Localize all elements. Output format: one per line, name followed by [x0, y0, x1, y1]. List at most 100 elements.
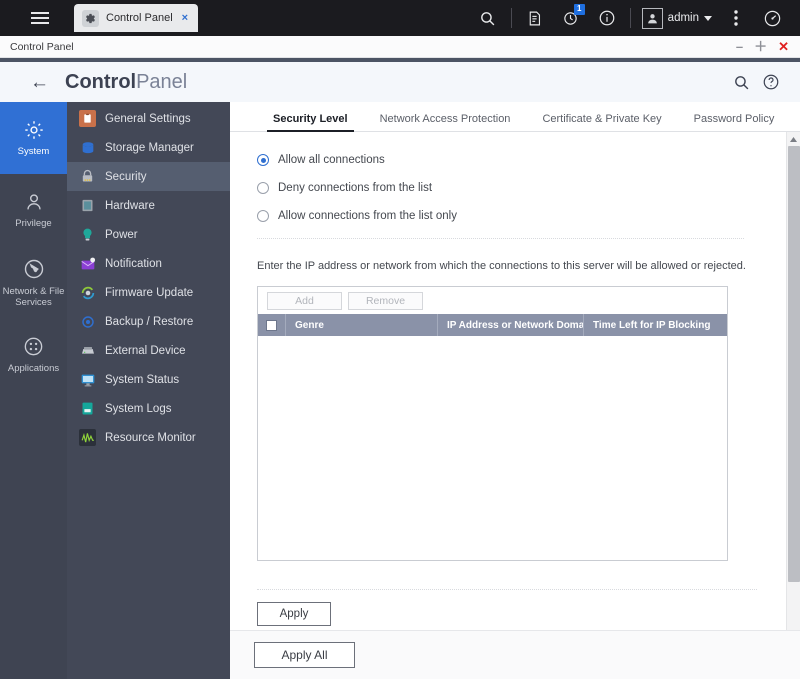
menu-item-label: Backup / Restore: [105, 315, 194, 328]
vertical-dots-icon[interactable]: [718, 0, 754, 36]
apply-all-button[interactable]: Apply All: [254, 642, 355, 668]
maximize-button[interactable]: ＋: [754, 40, 767, 53]
search-icon[interactable]: [470, 0, 506, 36]
window-title: Control Panel: [10, 40, 74, 53]
apply-button[interactable]: Apply: [257, 602, 331, 626]
menu-item-power[interactable]: Power: [67, 220, 230, 249]
app-header-actions: [733, 73, 800, 91]
globe-icon: [24, 259, 43, 278]
menu-item-backup-restore[interactable]: Backup / Restore: [67, 307, 230, 336]
close-icon[interactable]: ×: [180, 12, 190, 24]
menu-item-firmware-update[interactable]: Firmware Update: [67, 278, 230, 307]
external-drive-icon: [79, 342, 96, 359]
menu-item-label: Storage Manager: [105, 141, 194, 154]
menu-item-resource-monitor[interactable]: Resource Monitor: [67, 423, 230, 452]
hamburger-icon[interactable]: [18, 0, 62, 36]
sidebar-item-privilege[interactable]: Privilege: [0, 174, 67, 246]
lock-icon: [79, 168, 96, 185]
select-all-checkbox[interactable]: [266, 319, 277, 331]
radio-label: Allow all connections: [278, 154, 385, 166]
help-icon[interactable]: [762, 73, 780, 91]
menu-item-storage-manager[interactable]: Storage Manager: [67, 133, 230, 162]
menu-item-general-settings[interactable]: General Settings: [67, 104, 230, 133]
sidebar-item-network-file-services[interactable]: Network & File Services: [0, 246, 67, 318]
backup-icon: [79, 313, 96, 330]
add-button[interactable]: Add: [267, 291, 342, 310]
sidebar-item-label: Network & File Services: [2, 285, 65, 308]
panel-scroll-region: Allow all connections Deny connections f…: [230, 132, 800, 679]
radio-label: Deny connections from the list: [278, 182, 433, 194]
radio-indicator[interactable]: [257, 182, 269, 194]
security-level-panel: Allow all connections Deny connections f…: [230, 132, 769, 679]
logs-doc-icon: [79, 400, 96, 417]
menu-item-label: Security: [105, 170, 147, 183]
app-tab-control-panel[interactable]: Control Panel ×: [74, 4, 199, 32]
menu-item-label: Resource Monitor: [105, 431, 196, 444]
menu-item-notification[interactable]: Notification: [67, 249, 230, 278]
user-menu[interactable]: admin: [636, 7, 718, 29]
desktop-bar-left: Control Panel ×: [0, 0, 199, 36]
remove-button[interactable]: Remove: [348, 291, 423, 310]
footer-bar: Apply All: [230, 630, 800, 679]
logs-icon[interactable]: [517, 0, 553, 36]
page-title-light: Panel: [136, 70, 188, 93]
scrollbar-thumb[interactable]: [787, 146, 800, 582]
column-time-left[interactable]: Time Left for IP Blocking: [584, 314, 727, 336]
section-divider: [257, 238, 744, 239]
menu-item-label: Firmware Update: [105, 286, 194, 299]
minimize-button[interactable]: –: [736, 40, 743, 53]
waveform-icon: [79, 429, 96, 446]
secondary-sidebar: General Settings Storage Manager Securit…: [67, 102, 230, 679]
server-icon: [79, 197, 96, 214]
menu-item-system-logs[interactable]: System Logs: [67, 394, 230, 423]
menu-item-security[interactable]: Security: [67, 162, 230, 191]
grid-icon: [24, 337, 43, 355]
radio-deny-connections-from-list[interactable]: Deny connections from the list: [257, 182, 769, 194]
admin-name: admin: [667, 12, 699, 24]
tab-password-policy[interactable]: Password Policy: [678, 113, 791, 131]
menu-item-system-status[interactable]: System Status: [67, 365, 230, 394]
update-sync-icon[interactable]: 1: [553, 0, 589, 36]
menu-item-external-device[interactable]: External Device: [67, 336, 230, 365]
scroll-up-arrow[interactable]: [787, 132, 800, 146]
search-icon[interactable]: [733, 74, 750, 91]
column-ip-address[interactable]: IP Address or Network Doma..: [438, 314, 584, 336]
page-title-bold: Control: [65, 70, 137, 93]
clipboard-icon: [79, 110, 96, 127]
menu-item-label: Notification: [105, 257, 162, 270]
tab-network-access-protection[interactable]: Network Access Protection: [364, 113, 527, 131]
menu-item-hardware[interactable]: Hardware: [67, 191, 230, 220]
radio-allow-connections-from-list-only[interactable]: Allow connections from the list only: [257, 210, 769, 222]
menu-item-label: System Status: [105, 373, 180, 386]
ip-list-hint: Enter the IP address or network from whi…: [257, 260, 746, 272]
gear-icon: [82, 9, 99, 27]
menu-item-label: Power: [105, 228, 138, 241]
sidebar-item-system[interactable]: System: [0, 102, 67, 174]
radio-allow-all-connections[interactable]: Allow all connections: [257, 154, 769, 166]
close-button[interactable]: ✕: [778, 40, 789, 53]
sidebar-item-label: Privilege: [15, 218, 52, 229]
radio-indicator[interactable]: [257, 210, 269, 222]
select-all-header[interactable]: [258, 314, 286, 336]
envelope-icon: [79, 255, 96, 272]
tab-security-level[interactable]: Security Level: [257, 113, 364, 132]
scrollbar-track[interactable]: [787, 146, 800, 665]
power-bulb-icon: [79, 226, 96, 243]
menu-item-label: Hardware: [105, 199, 155, 212]
vertical-scrollbar[interactable]: [786, 132, 800, 679]
window-titlebar: Control Panel – ＋ ✕: [0, 36, 800, 58]
page-title: ControlPanel: [65, 71, 187, 94]
column-genre[interactable]: Genre: [286, 314, 438, 336]
radio-indicator[interactable]: [257, 154, 269, 166]
menu-item-label: System Logs: [105, 402, 172, 415]
avatar: [641, 7, 663, 29]
database-icon: [79, 139, 96, 156]
toolbar-divider: [510, 8, 512, 28]
speedometer-icon[interactable]: [754, 0, 790, 36]
sidebar-item-applications[interactable]: Applications: [0, 318, 67, 390]
info-icon[interactable]: [589, 0, 625, 36]
app-body: System Privilege Network & File Services: [0, 102, 800, 679]
tab-certificate-private-key[interactable]: Certificate & Private Key: [526, 113, 677, 131]
back-button[interactable]: ←: [30, 73, 49, 92]
monitor-icon: [79, 371, 96, 388]
